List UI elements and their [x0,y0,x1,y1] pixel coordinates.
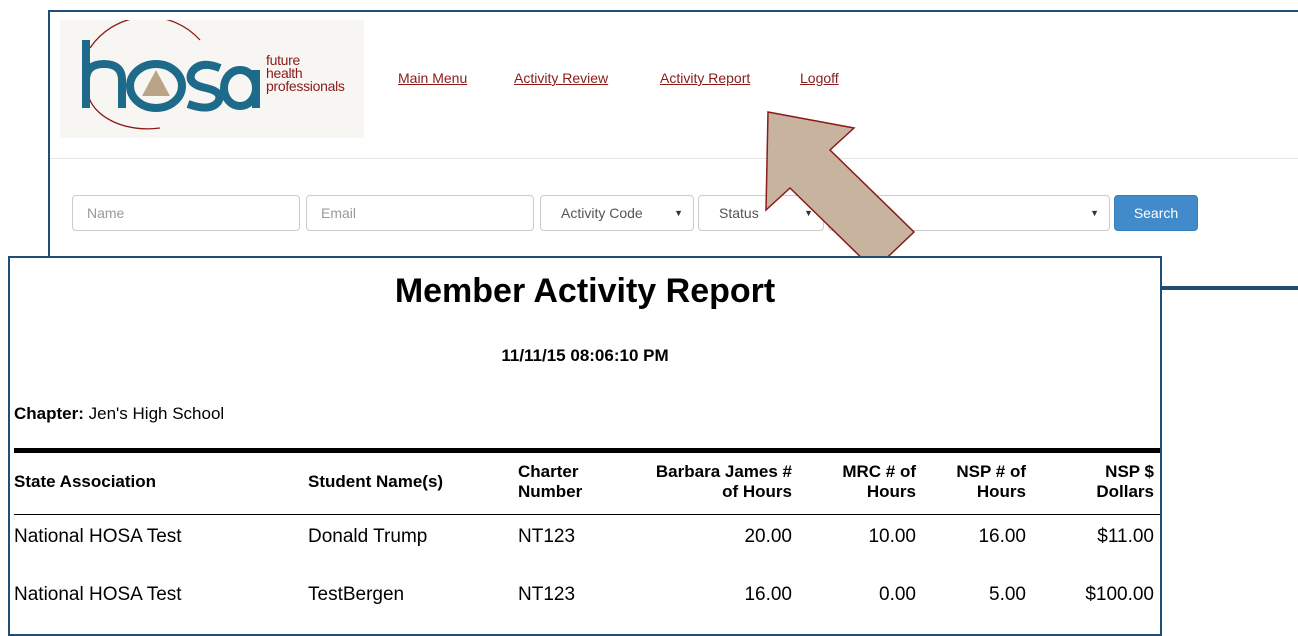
name-input[interactable]: Name [72,195,300,231]
app-window: future health professionals Main Menu Ac… [48,10,1298,290]
cell-barbara-james-hours: 20.00 [744,526,792,547]
search-button[interactable]: Search [1114,195,1198,231]
nav-main-menu[interactable]: Main Menu [398,70,467,86]
cell-mrc-hours: 0.00 [879,584,916,605]
report-window: Member Activity Report 11/11/15 08:06:10… [8,256,1162,636]
col-header-barbara-james-hours: Barbara James # of Hours [655,462,792,501]
cell-mrc-hours: 10.00 [868,526,916,547]
cell-barbara-james-hours: 16.00 [744,584,792,605]
logo-tagline: future health professionals [266,52,345,94]
cell-state-association: National HOSA Test [14,526,182,547]
nav-logoff[interactable]: Logoff [800,70,839,86]
cell-charter-number: NT123 [518,526,576,547]
header-divider [50,158,1298,159]
table-top-rule [14,448,1160,453]
cell-nsp-hours: 5.00 [989,584,1026,605]
chevron-down-icon: ▼ [674,208,683,218]
email-input[interactable]: Email [306,195,534,231]
cell-student-name: TestBergen [308,584,405,605]
cell-student-name: Donald Trump [308,526,428,547]
chevron-down-icon: ▼ [804,208,813,218]
report-datetime: 11/11/15 08:06:10 PM [501,346,669,365]
chapter-label: Chapter: [14,404,84,423]
col-header-student-names: Student Name(s) [308,472,444,491]
nav-activity-review[interactable]: Activity Review [514,70,608,86]
col-header-state-association: State Association [14,472,157,491]
chapter-value: Jen's High School [88,404,225,423]
student-select[interactable]: Student ▼ [828,195,1110,231]
col-header-charter-number: Charter Number [518,462,583,501]
col-header-nsp-hours: NSP # of Hours [956,462,1026,501]
status-select[interactable]: Status ▼ [698,195,824,231]
chevron-down-icon: ▼ [1090,208,1099,218]
cell-nsp-dollars: $11.00 [1097,526,1154,547]
activity-code-select[interactable]: Activity Code ▼ [540,195,694,231]
cell-nsp-hours: 16.00 [978,526,1026,547]
cell-state-association: National HOSA Test [14,584,182,605]
nav-activity-report[interactable]: Activity Report [660,70,750,86]
window-edge [1162,286,1298,288]
chapter-line: Chapter: Jen's High School [14,404,224,424]
cell-charter-number: NT123 [518,584,576,605]
header-underline [14,514,1160,515]
col-header-mrc-hours: MRC # of Hours [842,462,916,501]
col-header-nsp-dollars: NSP $ Dollars [1096,462,1154,501]
hosa-logo[interactable]: future health professionals [60,20,364,138]
report-title: Member Activity Report [394,272,776,310]
cell-nsp-dollars: $100.00 [1085,584,1154,605]
